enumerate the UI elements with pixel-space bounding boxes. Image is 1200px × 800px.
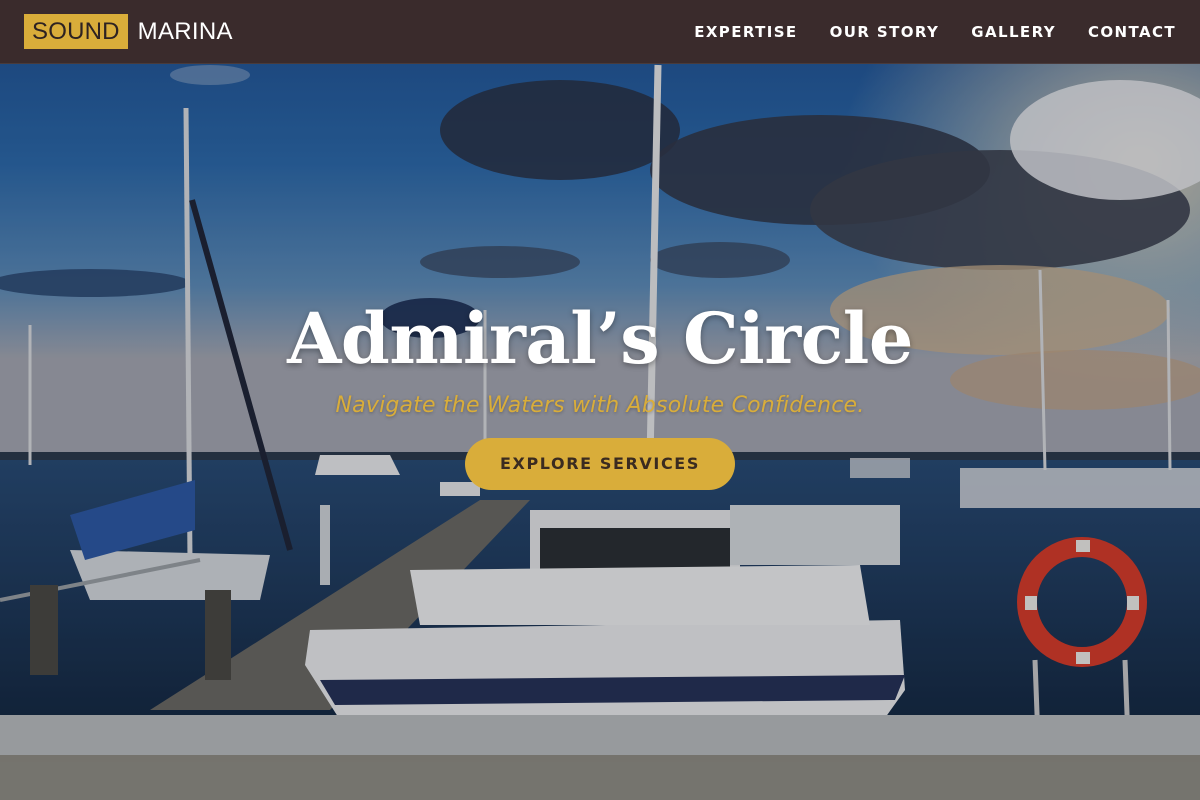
- brand-logo-text: MARINA: [137, 17, 233, 45]
- brand-logo-box: SOUND: [24, 13, 128, 50]
- top-navbar: SOUND MARINA EXPERTISE OUR STORY GALLERY…: [0, 0, 1200, 64]
- main-nav: EXPERTISE OUR STORY GALLERY CONTACT: [694, 23, 1176, 41]
- brand-logo-link[interactable]: SOUND MARINA: [24, 13, 233, 50]
- explore-services-button[interactable]: EXPLORE SERVICES: [465, 438, 735, 490]
- nav-link-contact[interactable]: CONTACT: [1088, 23, 1176, 41]
- hero-content: Admiral’s Circle Navigate the Waters wit…: [0, 300, 1200, 490]
- hero-title: Admiral’s Circle: [287, 297, 913, 380]
- hero-subtitle: Navigate the Waters with Absolute Confid…: [335, 393, 865, 418]
- nav-link-expertise[interactable]: EXPERTISE: [694, 23, 797, 41]
- nav-link-our-story[interactable]: OUR STORY: [830, 23, 940, 41]
- nav-link-gallery[interactable]: GALLERY: [971, 23, 1056, 41]
